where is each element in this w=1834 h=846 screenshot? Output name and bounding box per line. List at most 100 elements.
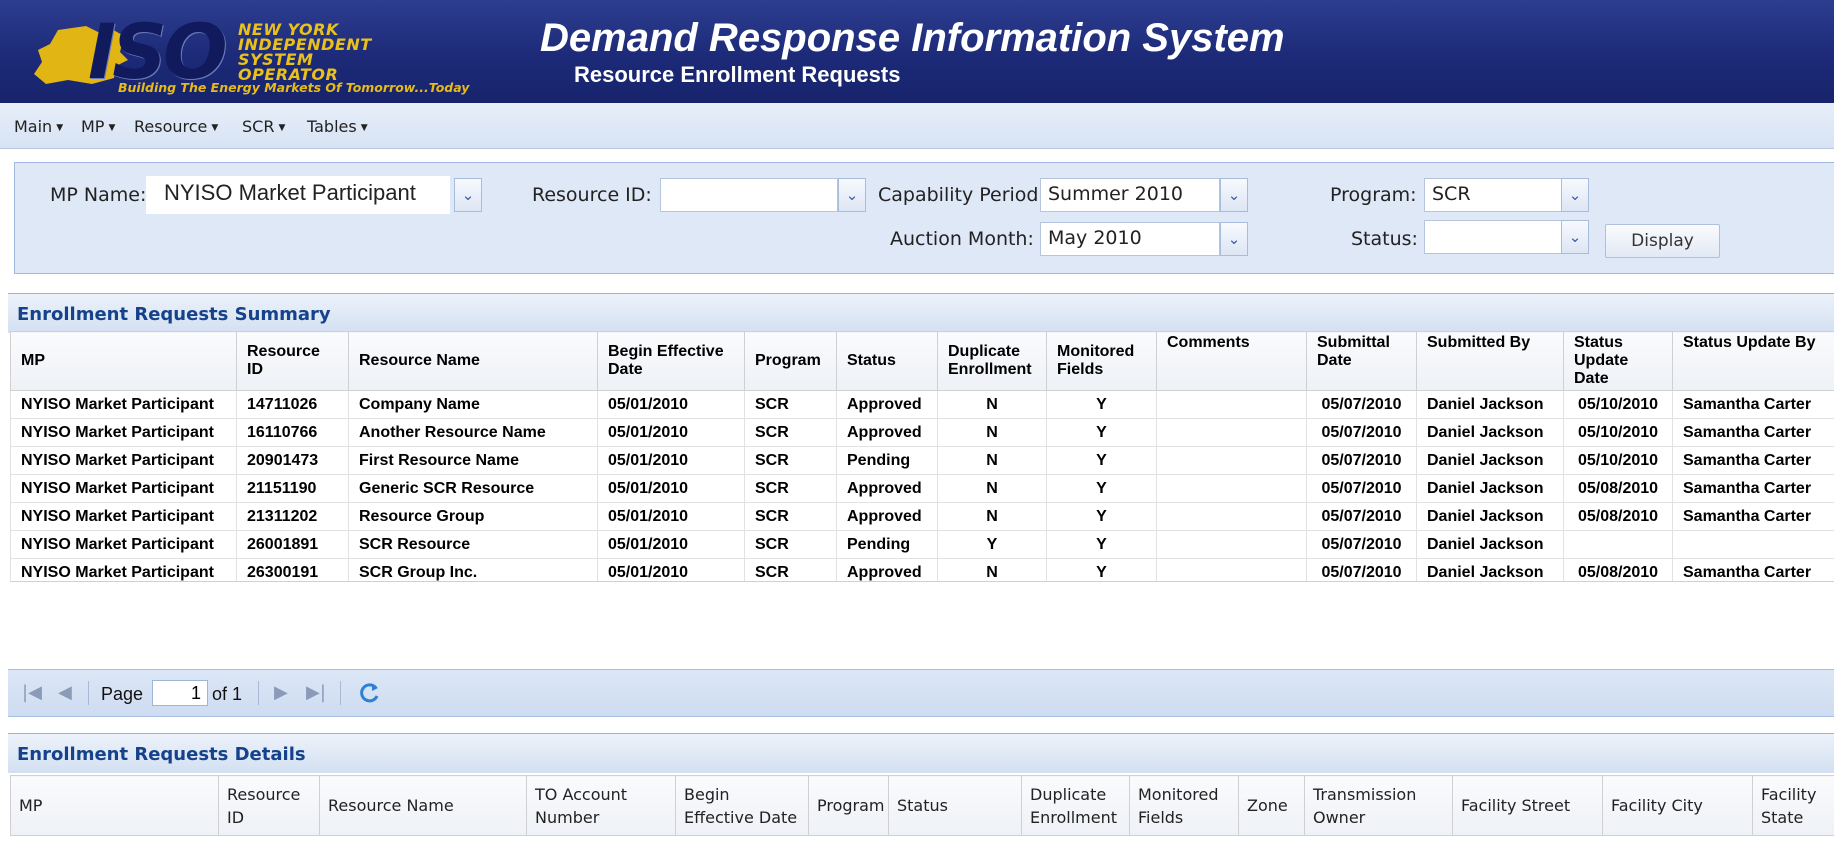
table-cell: N [937,502,1047,531]
table-cell: 05/07/2010 [1306,530,1417,559]
next-page-icon[interactable]: ▶ [274,682,288,703]
column-header[interactable]: MP [10,775,219,836]
column-header[interactable]: Facility State [1752,775,1834,836]
status-select[interactable] [1424,220,1562,254]
column-header[interactable]: Begin Effective Date [597,331,745,391]
menu-label: Main [14,117,53,136]
table-row[interactable]: NYISO Market Participant 21311202 Resource… [10,502,1834,531]
table-cell: 05/10/2010 [1563,390,1673,419]
table-cell: 16110766 [236,418,349,447]
menu-label: Tables [307,117,357,136]
column-header[interactable]: Status Update Date [1563,331,1673,391]
column-header[interactable]: MP [10,331,237,391]
column-header[interactable]: Monitored Fields [1129,775,1239,836]
table-cell: Daniel Jackson [1416,474,1564,503]
column-header[interactable]: Submittal Date [1306,331,1417,391]
table-cell: Y [1046,418,1157,447]
column-header[interactable]: Begin Effective Date [675,775,809,836]
menu-scr[interactable]: SCR ▼ [242,117,285,136]
capability-period-dropdown-button[interactable]: ⌄ [1220,178,1248,212]
table-row[interactable]: NYISO Market Participant 14711026 Company … [10,390,1834,419]
table-row[interactable]: NYISO Market Participant 26001891 SCR Reso… [10,530,1834,559]
table-cell: Y [1046,474,1157,503]
program-select[interactable]: SCR [1424,178,1562,212]
status-label: Status: [1351,228,1418,250]
column-header[interactable]: Program [808,775,889,836]
capability-period-select[interactable]: Summer 2010 [1040,178,1220,212]
column-header[interactable]: Status Update By [1672,331,1834,391]
table-cell: First Resource Name [348,446,598,475]
table-cell: SCR [744,418,837,447]
column-header[interactable]: Duplicate Enrollment [1021,775,1130,836]
table-cell: N [937,446,1047,475]
table-row[interactable]: NYISO Market Participant 21151190 Generic … [10,474,1834,503]
resource-id-select[interactable] [660,178,838,212]
table-cell [1156,474,1307,503]
column-header[interactable]: Duplicate Enrollment [937,331,1047,391]
menu-label: SCR [242,117,275,136]
column-header[interactable]: Facility City [1602,775,1753,836]
first-page-icon[interactable]: |◀ [22,682,42,703]
menu-main[interactable]: Main ▼ [14,117,63,136]
chevron-down-icon: ⌄ [1227,186,1241,204]
menu-resource[interactable]: Resource ▼ [134,117,218,136]
column-header[interactable]: Transmission Owner [1304,775,1453,836]
refresh-icon[interactable] [356,680,382,706]
previous-page-icon[interactable]: ◀ [58,682,72,703]
caret-down-icon: ▼ [56,123,64,133]
auction-month-dropdown-button[interactable]: ⌄ [1220,222,1248,256]
table-cell: 05/01/2010 [597,446,745,475]
table-cell: 20901473 [236,446,349,475]
table-cell: 05/01/2010 [597,474,745,503]
column-header[interactable]: Resource ID [218,775,320,836]
summary-header-row: MP Resource ID Resource Name Begin Effec… [10,331,1834,391]
column-header[interactable]: Facility Street [1452,775,1603,836]
column-header[interactable]: Monitored Fields [1046,331,1157,391]
column-header[interactable]: Zone [1238,775,1305,836]
mp-name-select[interactable]: NYISO Market Participant [146,176,450,214]
column-header[interactable]: Status [888,775,1022,836]
column-header[interactable]: Resource ID [236,331,349,391]
logo-tagline: Building The Energy Markets Of Tomorrow.… [118,80,470,95]
column-header[interactable]: TO Account Number [526,775,676,836]
app-header: ISO NEW YORK INDEPENDENT SYSTEM OPERATOR… [0,0,1834,103]
table-cell: Samantha Carter [1672,502,1834,531]
table-cell: NYISO Market Participant [10,502,237,531]
table-cell: SCR [744,474,837,503]
last-page-icon[interactable]: ▶| [306,682,326,703]
mp-name-dropdown-button[interactable]: ⌄ [454,178,482,212]
table-cell: 05/10/2010 [1563,446,1673,475]
column-header[interactable]: Comments [1156,331,1307,391]
table-cell: Approved [836,502,938,531]
table-cell: Pending [836,530,938,559]
details-table: MP Resource ID Resource Name TO Account … [10,775,1834,836]
table-cell: 05/08/2010 [1563,502,1673,531]
auction-month-select[interactable]: May 2010 [1040,222,1220,256]
menu-mp[interactable]: MP ▼ [81,117,115,136]
chevron-down-icon: ⌄ [1568,186,1582,204]
status-dropdown-button[interactable]: ⌄ [1561,220,1589,254]
table-cell: NYISO Market Participant [10,530,237,559]
display-button[interactable]: Display [1605,224,1720,258]
column-header[interactable]: Submitted By [1416,331,1564,391]
column-header[interactable]: Status [836,331,938,391]
toolbar-separator [88,681,89,705]
table-row[interactable]: NYISO Market Participant 16110766 Another … [10,418,1834,447]
table-cell [1672,530,1834,559]
toolbar-separator [340,681,341,705]
menu-tables[interactable]: Tables ▼ [307,117,368,136]
table-cell: 05/01/2010 [597,418,745,447]
table-cell: Approved [836,390,938,419]
menu-label: Resource [134,117,208,136]
page-number-input[interactable]: 1 [152,680,208,706]
table-row[interactable]: NYISO Market Participant 20901473 First Re… [10,446,1834,475]
summary-panel-title: Enrollment Requests Summary [8,293,1834,333]
column-header[interactable]: Program [744,331,837,391]
column-header[interactable]: Resource Name [348,331,598,391]
program-dropdown-button[interactable]: ⌄ [1561,178,1589,212]
column-header[interactable]: Resource Name [319,775,527,836]
pagination-toolbar: |◀ ◀ Page 1 of 1 ▶ ▶| [8,669,1834,717]
resource-id-dropdown-button[interactable]: ⌄ [838,178,866,212]
table-cell: Y [1046,446,1157,475]
org-name: NEW YORK INDEPENDENT SYSTEM OPERATOR [238,20,372,84]
